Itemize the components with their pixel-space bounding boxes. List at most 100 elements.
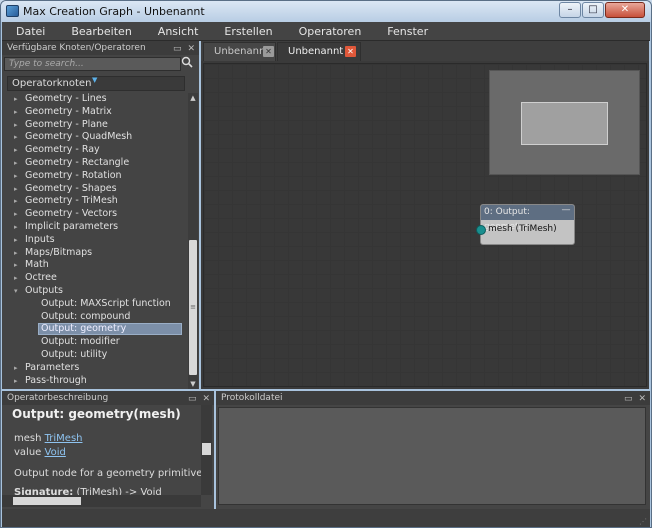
expand-arrow-icon[interactable]: ▸	[14, 234, 18, 247]
scroll-down-icon[interactable]: ▼	[188, 379, 198, 389]
tab-close-icon[interactable]: ✕	[263, 46, 274, 57]
expand-arrow-icon[interactable]: ▸	[14, 272, 18, 285]
menu-datei[interactable]: Datei	[2, 25, 57, 38]
float-panel-icon[interactable]: ▭	[173, 42, 182, 56]
tree-item[interactable]: ▸ Geometry - Vectors	[2, 208, 188, 221]
tree-item[interactable]: ▸ Pass-through	[2, 375, 188, 388]
close-panel-icon[interactable]: ✕	[638, 392, 646, 406]
tree-item[interactable]: ▸ Math	[2, 259, 188, 272]
param-type-link[interactable]: TriMesh	[45, 433, 83, 444]
tab-label: Unbenannt	[214, 46, 270, 57]
tree-item[interactable]: Output: MAXScript function	[2, 298, 188, 311]
expand-arrow-icon[interactable]: ▸	[14, 106, 18, 119]
tree-item[interactable]: ▸ Geometry - Ray	[2, 144, 188, 157]
maximize-button[interactable]: □	[582, 2, 604, 18]
tree-scrollbar[interactable]: ▲ ≡ ▼	[188, 93, 198, 389]
minimap-viewport[interactable]	[521, 102, 608, 145]
app-window: Max Creation Graph - Unbenannt – □ ✕ Dat…	[0, 0, 652, 528]
expand-arrow-icon[interactable]: ▸	[14, 208, 18, 221]
tree-item-label: Geometry - Shapes	[25, 182, 117, 194]
param-row: value Void	[14, 447, 66, 458]
tree-item-label: Parameters	[25, 361, 80, 373]
tree-item[interactable]: ▸ Geometry - Shapes	[2, 183, 188, 196]
node-collapse-icon[interactable]: —	[561, 206, 571, 216]
tree-item[interactable]: ▸ Geometry - Matrix	[2, 106, 188, 119]
menu-erstellen[interactable]: Erstellen	[210, 25, 284, 38]
description-hscrollbar[interactable]	[2, 495, 201, 507]
expand-arrow-icon[interactable]: ▸	[14, 170, 18, 183]
tree-item[interactable]: ▾ Outputs	[2, 285, 188, 298]
scroll-thumb[interactable]	[202, 443, 211, 455]
tree-item-label: Geometry - Rotation	[25, 169, 122, 181]
node-header[interactable]: 0: Output: geometry —	[481, 205, 574, 232]
panel-header: Verfügbare Knoten/Operatoren ▭ ✕	[2, 41, 199, 55]
category-label: Operatorknoten	[12, 78, 92, 89]
tree-item[interactable]: ▸ Geometry - TriMesh	[2, 195, 188, 208]
tree-item[interactable]: ▸ Maps/Bitmaps	[2, 247, 188, 260]
param-type-link[interactable]: Void	[45, 447, 66, 458]
menu-fenster[interactable]: Fenster	[373, 25, 440, 38]
expand-arrow-icon[interactable]: ▸	[14, 131, 18, 144]
tree-item-label: Output: compound	[41, 310, 131, 322]
tree-item[interactable]: ▸ Geometry - Lines	[2, 93, 188, 106]
expand-arrow-icon[interactable]: ▸	[14, 119, 18, 132]
float-panel-icon[interactable]: ▭	[188, 392, 197, 406]
tree-item-label: Output: MAXScript function	[41, 297, 171, 309]
tree-item[interactable]: ▸ Octree	[2, 272, 188, 285]
expand-arrow-icon[interactable]: ▾	[14, 285, 18, 298]
tab-close-icon[interactable]: ✕	[345, 46, 356, 57]
tab-bar: Unbenannt ✕ Unbenannt * ✕	[201, 41, 649, 61]
expand-arrow-icon[interactable]: ▸	[14, 247, 18, 260]
expand-arrow-icon[interactable]: ▸	[14, 157, 18, 170]
tree-item[interactable]: Output: utility	[2, 349, 188, 362]
expand-arrow-icon[interactable]: ▸	[14, 93, 18, 106]
search-input[interactable]	[4, 57, 181, 71]
operator-tree: ▸ Geometry - Lines ▸ Geometry - Matrix ▸ Geom…	[2, 93, 188, 389]
tree-item[interactable]: ▸ Geometry - Plane	[2, 119, 188, 132]
tree-item[interactable]: Output: modifier	[2, 336, 188, 349]
graph-canvas[interactable]: 0: Output: geometry — mesh (TriMesh)	[203, 63, 647, 387]
minimap[interactable]	[489, 70, 640, 175]
tab-unbenannt-modified[interactable]: Unbenannt * ✕	[277, 42, 361, 61]
output-geometry-node[interactable]: 0: Output: geometry — mesh (TriMesh)	[476, 204, 575, 245]
description-panel: Operatorbeschreibung ▭ ✕ Output: geometr…	[2, 391, 214, 509]
close-panel-icon[interactable]: ✕	[187, 42, 195, 56]
expand-arrow-icon[interactable]: ▸	[14, 195, 18, 208]
title-bar[interactable]: Max Creation Graph - Unbenannt – □ ✕	[1, 1, 651, 22]
tree-item[interactable]: ▸ Parameters	[2, 362, 188, 375]
description-scrollbar[interactable]	[201, 405, 212, 495]
expand-arrow-icon[interactable]: ▸	[14, 259, 18, 272]
minimize-button[interactable]: –	[559, 2, 581, 18]
tree-item[interactable]: ▸ Geometry - Rotation	[2, 170, 188, 183]
log-output[interactable]	[218, 407, 646, 505]
scroll-up-icon[interactable]: ▲	[188, 93, 198, 103]
tab-label: Unbenannt *	[288, 46, 352, 57]
tree-item[interactable]: ▸ Geometry - Rectangle	[2, 157, 188, 170]
expand-arrow-icon[interactable]: ▸	[14, 144, 18, 157]
close-panel-icon[interactable]: ✕	[202, 392, 210, 406]
tree-item-label: Inputs	[25, 233, 55, 245]
tree-item-label: Geometry - Plane	[25, 118, 108, 130]
expand-arrow-icon[interactable]: ▸	[14, 221, 18, 234]
tree-item[interactable]: ▸ Inputs	[2, 234, 188, 247]
tree-item[interactable]: ▸ Geometry - QuadMesh	[2, 131, 188, 144]
tree-item[interactable]: ▸ Implicit parameters	[2, 221, 188, 234]
close-button[interactable]: ✕	[605, 2, 645, 18]
input-port-icon[interactable]	[476, 225, 486, 235]
menu-bearbeiten[interactable]: Bearbeiten	[57, 25, 143, 38]
menu-operatoren[interactable]: Operatoren	[285, 25, 374, 38]
expand-arrow-icon[interactable]: ▸	[14, 183, 18, 196]
tab-unbenannt[interactable]: Unbenannt ✕	[203, 42, 276, 61]
category-header[interactable]: ▼ Operatorknoten	[7, 76, 185, 91]
graph-editor: Unbenannt ✕ Unbenannt * ✕ 0: Output: geo…	[201, 41, 649, 389]
menu-ansicht[interactable]: Ansicht	[144, 25, 211, 38]
log-panel: Protokolldatei ▭ ✕	[216, 391, 650, 509]
expand-arrow-icon[interactable]: ▸	[14, 362, 18, 375]
search-icon[interactable]	[181, 56, 195, 70]
expand-arrow-icon[interactable]: ▸	[14, 375, 18, 388]
tree-item[interactable]: Output: geometry	[2, 323, 188, 336]
float-panel-icon[interactable]: ▭	[624, 392, 633, 406]
scroll-thumb[interactable]	[13, 497, 81, 505]
tree-item[interactable]: Output: compound	[2, 311, 188, 324]
resize-grip-icon[interactable]: ⋰	[639, 517, 648, 526]
